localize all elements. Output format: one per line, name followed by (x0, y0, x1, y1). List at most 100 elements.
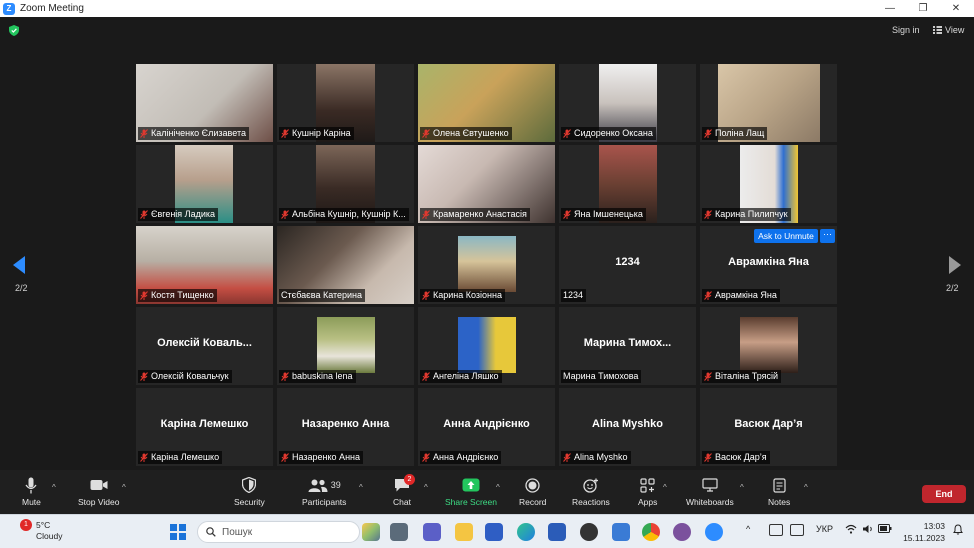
participant-tile[interactable]: Олена Євтушенко (418, 64, 555, 142)
participant-tile[interactable]: Назаренко Анна Назаренко Анна (277, 388, 414, 466)
participant-tile[interactable]: Стєбаєва Катерина (277, 226, 414, 304)
window-title: Zoom Meeting (20, 3, 84, 14)
participant-tile[interactable]: Яна Імшенецька (559, 145, 696, 223)
participant-tile[interactable]: Ангеліна Ляшко (418, 307, 555, 385)
participant-tile[interactable]: Поліна Лащ (700, 64, 837, 142)
participants-options-chevron-icon[interactable]: ^ (359, 483, 363, 492)
security-button[interactable]: Security (234, 476, 265, 507)
microsoft-store-icon[interactable] (485, 523, 503, 541)
participant-tile[interactable]: Костя Тищенко (136, 226, 273, 304)
display-tray-icon[interactable] (790, 524, 804, 536)
record-icon (525, 477, 540, 493)
edge-browser-icon[interactable] (517, 523, 535, 541)
apps-options-chevron-icon[interactable]: ^ (663, 483, 667, 492)
participant-tile[interactable]: Олексій Коваль... Олексій Ковальчук (136, 307, 273, 385)
end-meeting-button[interactable]: End (922, 485, 966, 503)
file-explorer-icon[interactable] (455, 523, 473, 541)
participant-tile[interactable]: Сидоренко Оксана (559, 64, 696, 142)
participant-more-button[interactable]: ··· (820, 229, 835, 243)
notifications-bell-icon[interactable] (953, 524, 963, 537)
participant-tile[interactable]: Євгенія Ладика (136, 145, 273, 223)
notes-icon (773, 477, 786, 493)
windows-start-icon[interactable] (170, 524, 186, 540)
record-button[interactable]: Record (519, 476, 546, 507)
paint-app-icon[interactable] (612, 523, 630, 541)
next-page-arrow-icon[interactable] (949, 256, 961, 274)
participant-name-label: Стєбаєва Катерина (279, 289, 366, 302)
participants-button[interactable]: 39 Participants (302, 476, 346, 507)
video-options-chevron-icon[interactable]: ^ (122, 483, 126, 492)
muted-mic-icon (563, 453, 571, 462)
speaker-icon[interactable] (862, 524, 874, 536)
view-button[interactable]: View (933, 25, 964, 35)
participant-tile[interactable]: Карина Пилипчук (700, 145, 837, 223)
close-button[interactable]: ✕ (941, 0, 971, 17)
muted-mic-icon (422, 210, 430, 219)
word-app-icon[interactable] (548, 523, 566, 541)
reactions-button[interactable]: Reactions (572, 476, 610, 507)
chat-button[interactable]: 2 Chat (393, 474, 415, 507)
participant-display-name: Олексій Коваль... (157, 337, 252, 349)
touchpad-tray-icon[interactable] (769, 524, 783, 536)
participant-tile[interactable]: Каріна Лемешко Каріна Лемешко (136, 388, 273, 466)
participant-display-name: Аврамкіна Яна (728, 256, 809, 268)
audio-options-chevron-icon[interactable]: ^ (52, 483, 56, 492)
participant-tile[interactable]: babuskina lena (277, 307, 414, 385)
widgets-app-icon[interactable] (362, 523, 380, 541)
notes-button[interactable]: Notes (768, 476, 790, 507)
participant-tile[interactable]: 1234 1234 (559, 226, 696, 304)
participant-tile[interactable]: Калініченко Єлизавета (136, 64, 273, 142)
zoom-app-icon[interactable] (705, 523, 723, 541)
media-player-icon[interactable] (580, 523, 598, 541)
participant-tile[interactable]: Кушнір Каріна (277, 64, 414, 142)
wifi-icon[interactable] (845, 524, 857, 536)
taskbar-clock[interactable]: 13:03 15.11.2023 (903, 520, 945, 544)
share-screen-button[interactable]: Share Screen (445, 476, 497, 507)
participant-name-label: Олексій Ковальчук (138, 370, 232, 383)
participant-display-name: Васюк Дар’я (734, 418, 803, 430)
teams-app-icon[interactable] (423, 523, 441, 541)
show-hidden-icons-chevron-icon[interactable]: ^ (746, 524, 750, 534)
weather-widget[interactable]: 5°C Cloudy (36, 520, 62, 542)
participant-tile[interactable]: Крамаренко Анастасія (418, 145, 555, 223)
participant-tile[interactable]: Анна Андрієнко Анна Андрієнко (418, 388, 555, 466)
sign-in-link[interactable]: Sign in (892, 25, 920, 35)
muted-mic-icon (704, 291, 712, 300)
viber-app-icon[interactable] (673, 523, 691, 541)
participant-tile[interactable]: Віталіна Трясій (700, 307, 837, 385)
chrome-browser-icon[interactable] (642, 523, 660, 541)
whiteboard-icon (702, 478, 718, 492)
participant-tile[interactable]: Васюк Дар’я Васюк Дар’я (700, 388, 837, 466)
participant-name-label: Ангеліна Ляшко (420, 370, 502, 383)
whiteboards-options-chevron-icon[interactable]: ^ (740, 483, 744, 492)
taskbar-search-box[interactable]: Пошук (197, 521, 360, 543)
previous-page-arrow-icon[interactable] (13, 256, 25, 274)
mute-button[interactable]: Mute (22, 476, 41, 507)
participant-display-name: Анна Андрієнко (443, 418, 530, 430)
more-options-chevron-icon[interactable]: ^ (804, 483, 808, 492)
input-language[interactable]: УКР (816, 524, 833, 534)
stop-video-button[interactable]: Stop Video (78, 476, 119, 507)
apps-button[interactable]: Apps (638, 476, 657, 507)
ask-to-unmute-button[interactable]: Ask to Unmute (754, 229, 818, 243)
share-options-chevron-icon[interactable]: ^ (496, 483, 500, 492)
chat-options-chevron-icon[interactable]: ^ (424, 483, 428, 492)
muted-mic-icon (563, 210, 571, 219)
page-indicator-left: 2/2 (15, 283, 28, 293)
muted-mic-icon (140, 129, 148, 138)
task-view-icon[interactable] (390, 523, 408, 541)
muted-mic-icon (422, 453, 430, 462)
muted-mic-icon (281, 453, 289, 462)
weather-notification-badge: 1 (20, 519, 32, 531)
whiteboards-button[interactable]: Whiteboards (686, 476, 734, 507)
participant-tile[interactable]: Карина Козіонна (418, 226, 555, 304)
participant-tile[interactable]: Альбіна Кушнір, Кушнір К... (277, 145, 414, 223)
minimize-button[interactable]: — (875, 0, 905, 17)
battery-icon[interactable] (878, 524, 892, 535)
participant-tile[interactable]: Марина Тимох... Марина Тимохова (559, 307, 696, 385)
participant-name-label: Аврамкіна Яна (702, 289, 780, 302)
maximize-button[interactable]: ❐ (908, 0, 938, 17)
security-shield-icon[interactable] (9, 25, 19, 36)
participant-tile[interactable]: Alina Myshko Alina Myshko (559, 388, 696, 466)
participant-display-name: Alina Myshko (592, 418, 663, 430)
